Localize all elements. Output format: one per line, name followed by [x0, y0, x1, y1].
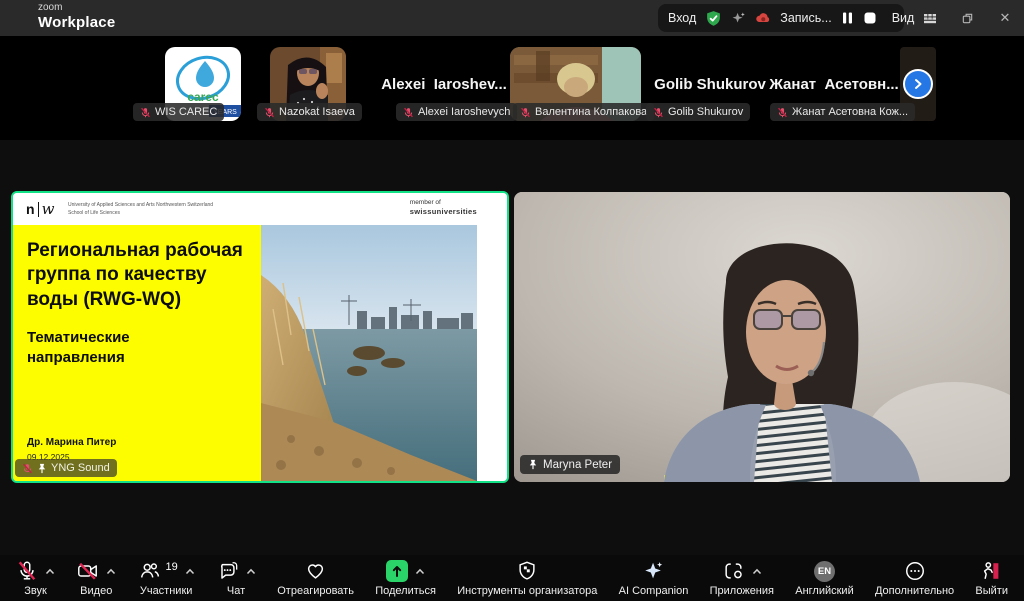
- slide-subtitle: Тематические направления: [27, 328, 177, 367]
- login-button[interactable]: Вход: [668, 11, 696, 25]
- toolbar-video[interactable]: Видео: [76, 560, 116, 597]
- slide-margin: [477, 225, 507, 481]
- meeting-stage: n w University of Applied Sciences and A…: [0, 140, 1024, 555]
- minimize-button[interactable]: ─: [910, 0, 948, 36]
- participants-count: 19: [166, 561, 178, 573]
- leave-meeting-icon: [980, 560, 1003, 582]
- toolbar-host-tools[interactable]: Инструменты организатора: [457, 560, 597, 597]
- mic-muted-icon: [653, 107, 664, 118]
- toolbar-ai-companion[interactable]: AI Companion: [619, 560, 689, 597]
- chevron-up-icon[interactable]: [752, 568, 762, 575]
- chevron-right-icon: [911, 77, 925, 91]
- toolbar-more[interactable]: Дополнительно: [875, 560, 954, 597]
- speaker-name-label: Maryna Peter: [520, 455, 620, 474]
- mic-muted-icon: [140, 107, 151, 118]
- mic-muted-icon: [264, 107, 275, 118]
- pause-recording-button[interactable]: [841, 11, 854, 25]
- ai-sparkle-icon[interactable]: [731, 11, 746, 26]
- zoom-meeting-window: zoom Workplace Вход Запись... Вид: [0, 0, 1024, 601]
- close-button[interactable]: ✕: [986, 0, 1024, 36]
- toolbar-react[interactable]: Отреагировать: [277, 560, 354, 597]
- shared-screen[interactable]: n w University of Applied Sciences and A…: [11, 191, 509, 483]
- chevron-up-icon[interactable]: [415, 568, 425, 575]
- titlebar-controls: Вход Запись... Вид: [658, 4, 904, 32]
- toolbar-participants[interactable]: 19 Участники: [138, 560, 195, 597]
- fhnw-logo: n w: [26, 200, 54, 218]
- recording-status-label: Запись...: [780, 11, 831, 25]
- slide-title: Региональная рабочая группа по качеству …: [27, 239, 253, 312]
- camera-muted-icon: [76, 560, 99, 582]
- maximize-icon[interactable]: [948, 0, 986, 36]
- shield-icon: [516, 560, 538, 582]
- mic-muted-icon: [520, 107, 531, 118]
- name-label: Валентина Колпакова: [513, 103, 654, 121]
- chevron-up-icon[interactable]: [45, 568, 55, 575]
- brand-workplace: Workplace: [38, 15, 115, 30]
- apps-icon: [722, 560, 745, 582]
- more-icon: [904, 560, 926, 582]
- pin-icon: [37, 463, 47, 474]
- name-label: Жанат Асетовна Кож...: [770, 103, 915, 121]
- participant-filmstrip: carec YEARS Alexei Iaroshev...: [0, 36, 1024, 140]
- share-source-label: YNG Sound: [15, 459, 117, 477]
- stop-recording-button[interactable]: [863, 11, 877, 25]
- toolbar-chat[interactable]: Чат: [216, 560, 256, 597]
- toolbar-language[interactable]: EN Английский: [795, 560, 854, 597]
- university-name: University of Applied Sciences and Arts …: [68, 202, 213, 217]
- mic-muted-icon: [777, 107, 788, 118]
- name-label: Nazokat Isaeva: [257, 103, 362, 121]
- recording-cloud-icon: [755, 11, 771, 25]
- pin-icon: [528, 459, 538, 470]
- mic-muted-icon: [403, 107, 414, 118]
- title-bar: zoom Workplace Вход Запись... Вид: [0, 0, 1024, 36]
- name-label: WIS CAREC: [133, 103, 224, 121]
- brand-zoom: zoom: [38, 3, 115, 13]
- speaker-video-frame: [514, 192, 1010, 482]
- toolbar-audio[interactable]: Звук: [16, 560, 55, 597]
- security-shield-icon[interactable]: [705, 10, 722, 27]
- share-screen-icon: [386, 560, 408, 582]
- name-label: Golib Shukurov: [646, 103, 750, 121]
- chevron-up-icon[interactable]: [185, 568, 195, 575]
- chevron-up-icon[interactable]: [106, 568, 116, 575]
- chevron-up-icon[interactable]: [246, 568, 256, 575]
- mic-muted-icon: [16, 560, 38, 582]
- next-participants-button[interactable]: [903, 69, 933, 99]
- ai-companion-icon: [642, 560, 665, 582]
- mic-muted-icon: [22, 463, 33, 474]
- heart-icon: [304, 560, 327, 582]
- slide-header: n w University of Applied Sciences and A…: [13, 193, 507, 225]
- name-label: Alexei Iaroshevych: [396, 103, 517, 121]
- slide-title-panel: Региональная рабочая группа по качеству …: [13, 225, 261, 481]
- slide-author: Др. Марина Питер: [27, 437, 116, 448]
- language-badge: EN: [814, 561, 835, 582]
- toolbar-apps[interactable]: Приложения: [710, 560, 774, 597]
- chat-icon: [216, 560, 239, 582]
- window-controls: ─ ✕: [910, 0, 1024, 36]
- participants-icon: [138, 560, 161, 582]
- swissuniversities-mark: member of swissuniversities: [410, 199, 477, 217]
- speaker-video-maryna[interactable]: Maryna Peter: [514, 192, 1010, 482]
- slide-lake-photo: [261, 225, 477, 481]
- svg-text:carec: carec: [187, 90, 219, 104]
- toolbar-leave[interactable]: Выйти: [975, 560, 1008, 597]
- zoom-workplace-logo: zoom Workplace: [38, 3, 115, 30]
- toolbar-share[interactable]: Поделиться: [375, 560, 436, 597]
- meeting-toolbar: Звук Видео 19 Участники Чат: [0, 555, 1024, 601]
